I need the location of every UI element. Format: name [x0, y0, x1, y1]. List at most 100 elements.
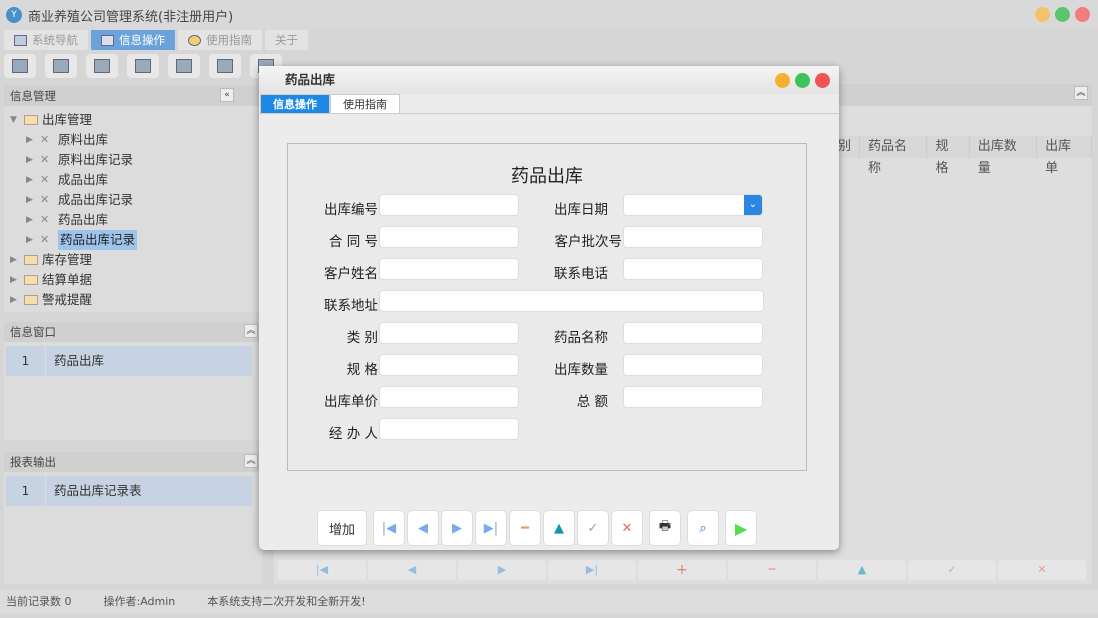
tree-item[interactable]: ▶✕成品出库记录 [10, 190, 262, 210]
report-panel: 报表输出︽ 1药品出库记录表 [4, 452, 262, 584]
drug-name-input[interactable] [623, 322, 763, 344]
customer-input[interactable] [379, 258, 519, 280]
spec-input[interactable] [379, 354, 519, 376]
status-message: 本系统支持二次开发和全新开发! [207, 590, 365, 614]
cancel-button[interactable]: ✕ [611, 510, 643, 546]
column-header[interactable]: 出库数量 [970, 136, 1037, 158]
save-record-button[interactable]: ✓ [908, 560, 996, 580]
out-date-select[interactable]: ⌄ [623, 194, 763, 216]
batch-input[interactable] [623, 226, 763, 248]
tree-folder[interactable]: ▶结算单据 [10, 270, 262, 290]
first-button[interactable]: |◀ [373, 510, 405, 546]
handler-input[interactable] [379, 418, 519, 440]
list-item[interactable]: 1药品出库记录表 [6, 476, 252, 506]
address-input[interactable] [379, 290, 764, 312]
last-button[interactable]: ▶| [475, 510, 507, 546]
app-logo-icon: Y [6, 7, 22, 23]
window-tool-button[interactable] [209, 54, 241, 78]
search-icon [12, 59, 28, 73]
tree-item[interactable]: ▶✕原料出库 [10, 130, 262, 150]
search-tool-button[interactable] [4, 54, 36, 78]
tab-label: 使用指南 [206, 30, 252, 50]
info-window-panel: 信息窗口︽ 1药品出库 [4, 322, 262, 440]
print-button[interactable]: 🖶 [649, 510, 681, 546]
collapse-button[interactable]: ︽ [244, 454, 258, 468]
add-button[interactable]: 增加 [317, 510, 367, 546]
total-input[interactable] [623, 386, 763, 408]
user-tool-button[interactable] [127, 54, 159, 78]
tree-label: 原料出库记录 [58, 150, 133, 170]
next-record-button[interactable]: ▶ [458, 560, 546, 580]
tools-icon: ✕ [40, 170, 54, 190]
save-button[interactable]: ✓ [577, 510, 609, 546]
category-input[interactable] [379, 322, 519, 344]
run-button[interactable]: ▶ [725, 510, 757, 546]
list-item[interactable]: 1药品出库 [6, 346, 252, 376]
tree-item-selected[interactable]: ▶✕药品出库记录 [10, 230, 262, 250]
column-header[interactable]: 药品名称 [860, 136, 927, 158]
edit-record-button[interactable]: ▲ [818, 560, 906, 580]
main-tabs: 系统导航 信息操作 使用指南 关于 [0, 30, 308, 50]
tab-nav[interactable]: 系统导航 [4, 30, 88, 50]
field-label: 出库单价 [314, 390, 378, 410]
collapse-left-button[interactable]: « [220, 88, 234, 102]
printer-icon: 🖶 [659, 517, 671, 539]
field-label: 联系地址 [314, 294, 378, 314]
out-no-input[interactable] [379, 194, 519, 216]
tree-folder[interactable]: ▶警戒提醒 [10, 290, 262, 310]
column-header[interactable]: 规格 [927, 136, 969, 158]
edit-button[interactable]: ▲ [543, 510, 575, 546]
tree-label: 成品出库记录 [58, 190, 133, 210]
chevron-down-icon[interactable]: ⌄ [744, 195, 762, 215]
dialog-minimize-button[interactable] [775, 73, 790, 88]
next-button[interactable]: ▶ [441, 510, 473, 546]
field-label: 客户姓名 [314, 262, 378, 282]
prev-record-button[interactable]: ◀ [368, 560, 456, 580]
dialog-maximize-button[interactable] [795, 73, 810, 88]
phone-input[interactable] [623, 258, 763, 280]
add-record-button[interactable]: + [638, 560, 726, 580]
tools-icon: ✕ [40, 130, 54, 150]
tree-item[interactable]: ▶✕原料出库记录 [10, 150, 262, 170]
screen-tool-button[interactable] [168, 54, 200, 78]
tree-item[interactable]: ▶✕药品出库 [10, 210, 262, 230]
nav-tree: ▼出库管理 ▶✕原料出库 ▶✕原料出库记录 ▶✕成品出库 ▶✕成品出库记录 ▶✕… [4, 106, 262, 310]
collapse-button[interactable]: ︽ [244, 324, 258, 338]
qty-input[interactable] [623, 354, 763, 376]
tree-label: 药品出库 [58, 210, 108, 230]
last-record-button[interactable]: ▶| [548, 560, 636, 580]
document-tool-button[interactable] [86, 54, 118, 78]
dialog-tab-guide[interactable]: 使用指南 [330, 94, 400, 113]
tab-guide[interactable]: 使用指南 [178, 30, 262, 50]
cancel-record-button[interactable]: ✕ [998, 560, 1086, 580]
list-tool-button[interactable] [45, 54, 77, 78]
tree-item[interactable]: ▶✕成品出库 [10, 170, 262, 190]
field-label: 规 格 [314, 358, 378, 378]
minimize-button[interactable] [1035, 7, 1050, 22]
list-icon [53, 59, 69, 73]
dialog-button-bar: 增加 |◀ ◀ ▶ ▶| ━ ▲ ✓ ✕ 🖶 ⌕ ▶ [317, 510, 757, 546]
record-count: 当前记录数 0 [6, 590, 72, 614]
delete-record-button[interactable]: ━ [728, 560, 816, 580]
contract-input[interactable] [379, 226, 519, 248]
tab-info[interactable]: 信息操作 [91, 30, 175, 50]
tree-folder[interactable]: ▶库存管理 [10, 250, 262, 270]
preview-button[interactable]: ⌕ [687, 510, 719, 546]
tools-icon: ✕ [40, 230, 54, 250]
column-header[interactable]: 出库单 [1037, 136, 1092, 158]
tree-folder-outbound[interactable]: ▼出库管理 [10, 110, 262, 130]
tab-about[interactable]: 关于 [265, 30, 308, 50]
tree-label: 药品出库记录 [58, 230, 137, 250]
price-input[interactable] [379, 386, 519, 408]
collapse-button[interactable]: ︽ [1074, 86, 1088, 100]
close-button[interactable] [1075, 7, 1090, 22]
operator: 操作者:Admin [104, 590, 176, 614]
prev-button[interactable]: ◀ [407, 510, 439, 546]
field-label: 总 额 [544, 390, 608, 410]
dialog-tab-info[interactable]: 信息操作 [260, 94, 330, 113]
dialog-close-button[interactable] [815, 73, 830, 88]
first-record-button[interactable]: |◀ [278, 560, 366, 580]
delete-button[interactable]: ━ [509, 510, 541, 546]
folder-icon [24, 295, 38, 305]
maximize-button[interactable] [1055, 7, 1070, 22]
